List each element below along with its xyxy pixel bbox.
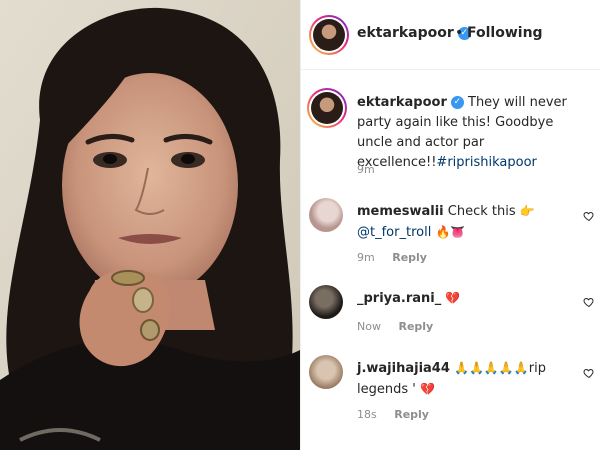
header-avatar[interactable]: [309, 15, 349, 55]
comment-mention[interactable]: @t_for_troll: [357, 225, 431, 240]
comment-emoji: 💔: [445, 291, 461, 305]
following-button[interactable]: Following: [467, 25, 543, 41]
caption-username[interactable]: ektarkapoor: [357, 95, 447, 110]
post-photo[interactable]: [0, 0, 300, 450]
comment-timestamp: Now: [357, 320, 381, 333]
caption: ektarkapoor ✓ They will never party again…: [357, 93, 592, 173]
comment-body: memeswalii Check this 👉 @t_for_troll 🔥👅: [357, 201, 582, 243]
comment-text: Check this: [447, 204, 516, 219]
caption-avatar[interactable]: [307, 88, 347, 128]
comment-body: j.wajihajia44 🙏🙏🙏🙏🙏rip legends ' 💔: [357, 358, 582, 400]
comment-emoji: 👉: [519, 204, 535, 218]
comment-avatar[interactable]: [309, 355, 343, 389]
post-photo-image: [0, 0, 300, 450]
comment-meta: 18s Reply: [357, 408, 429, 421]
comment-username[interactable]: j.wajihajia44: [357, 361, 450, 376]
caption-timestamp: 9m: [357, 163, 375, 176]
heart-outline-icon[interactable]: [583, 296, 595, 308]
comment-username[interactable]: memeswalii: [357, 204, 444, 219]
reply-button[interactable]: Reply: [398, 320, 433, 333]
separator-dot: •: [455, 25, 464, 41]
header-username[interactable]: ektarkapoor ✓: [357, 25, 471, 41]
reply-button[interactable]: Reply: [392, 251, 427, 264]
comment-emoji: 💔: [419, 382, 435, 396]
caption-hashtag[interactable]: #riprishikapoor: [436, 155, 536, 170]
reply-button[interactable]: Reply: [394, 408, 429, 421]
comment-avatar[interactable]: [309, 285, 343, 319]
comment-timestamp: 9m: [357, 251, 375, 264]
comment-username[interactable]: _priya.rani_: [357, 291, 441, 306]
post-header: ektarkapoor ✓ • Following: [301, 0, 600, 70]
heart-outline-icon[interactable]: [583, 367, 595, 379]
comment-body: _priya.rani_ 💔: [357, 288, 582, 309]
post-details-panel: ektarkapoor ✓ • Following ektarkapoor ✓ Th…: [300, 0, 600, 450]
comment-emoji: 🙏🙏🙏🙏🙏: [454, 361, 529, 375]
comment-timestamp: 18s: [357, 408, 377, 421]
comment-meta: 9m Reply: [357, 251, 427, 264]
comment-avatar[interactable]: [309, 198, 343, 232]
heart-outline-icon[interactable]: [583, 210, 595, 222]
comment-meta: Now Reply: [357, 320, 433, 333]
comment-emoji: 🔥👅: [435, 225, 466, 239]
verified-badge-icon: ✓: [450, 96, 464, 109]
